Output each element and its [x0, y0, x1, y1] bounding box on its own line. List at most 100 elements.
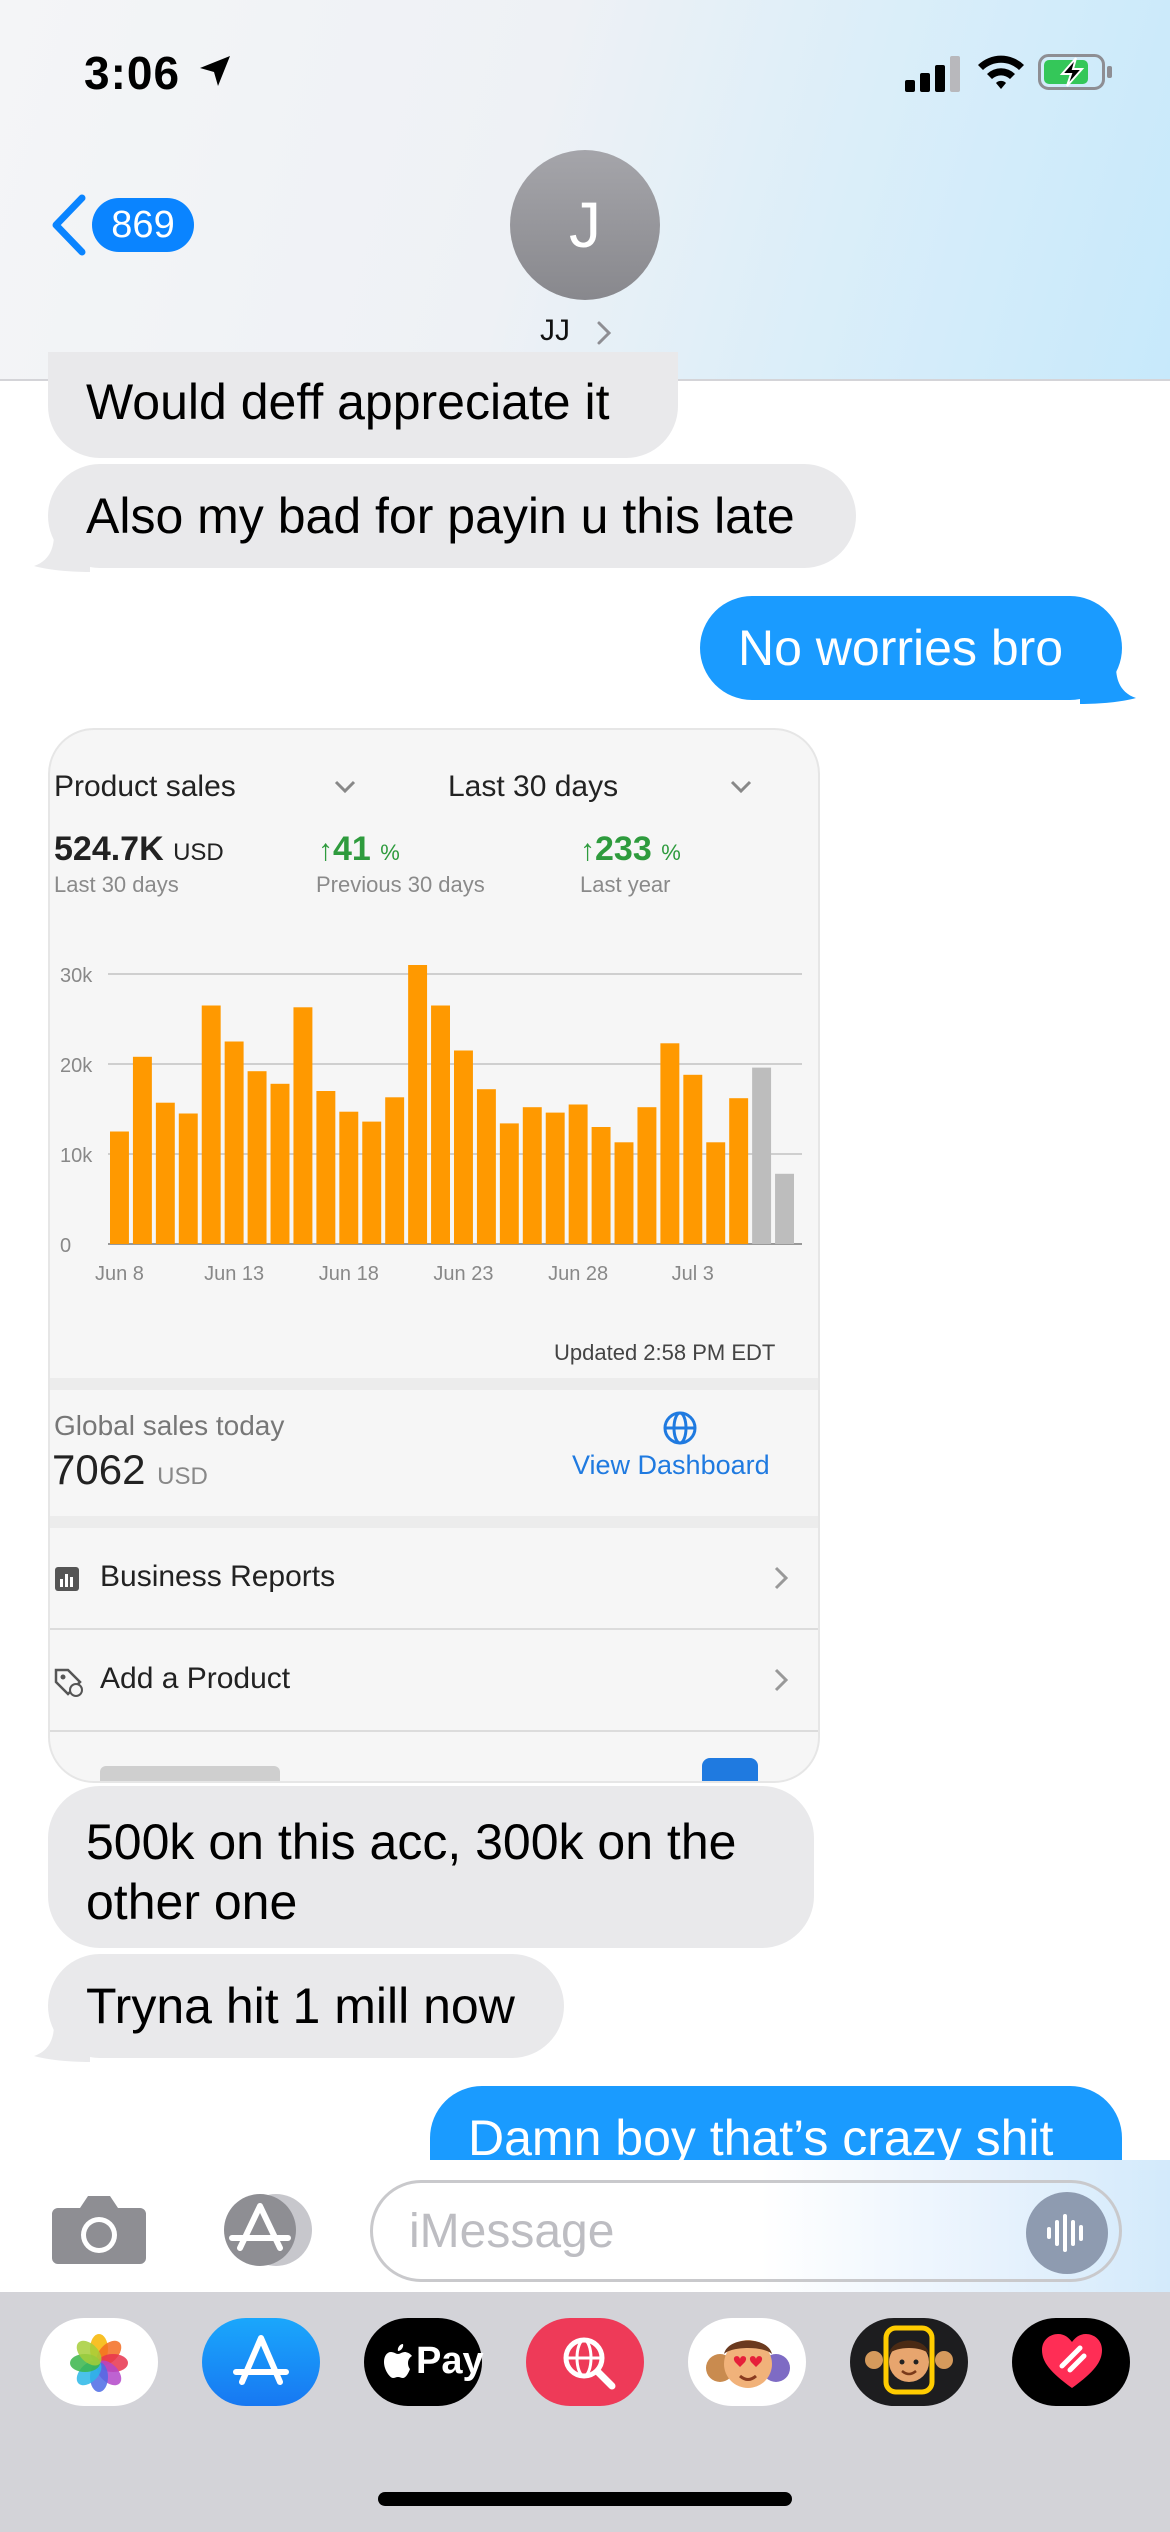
message-bubble-incoming[interactable]: Also my bad for payin u this late [48, 464, 856, 568]
chart-bar [155, 1102, 175, 1244]
chart-bar [362, 1121, 382, 1244]
arrow-up-icon: ↑ [318, 834, 333, 867]
chart-bar [706, 1142, 726, 1244]
chart-bar [729, 1098, 749, 1244]
section-divider [50, 1378, 818, 1390]
chart-bar [614, 1142, 634, 1244]
bubble-tail [34, 534, 90, 572]
chart-y-tick-label: 30k [60, 965, 93, 987]
chart-bar [683, 1074, 703, 1244]
app-store-app-icon[interactable] [202, 2318, 320, 2406]
app-store-a-icon [233, 2335, 289, 2385]
message-bubble-outgoing[interactable]: No worries bro [700, 596, 1122, 700]
message-text: Also my bad for payin u this late [86, 488, 795, 544]
photos-app-icon[interactable] [40, 2318, 158, 2406]
chart-bar [270, 1083, 290, 1244]
chevron-down-icon [334, 780, 356, 794]
chart-bar [247, 1071, 267, 1244]
chart-bar [201, 1005, 221, 1244]
memoji-app-icon[interactable] [850, 2318, 968, 2406]
year-unit: % [661, 840, 681, 865]
total-value: 524.7K [54, 830, 164, 868]
total-sales-value: 524.7K USD [54, 830, 224, 869]
chart-bar [385, 1097, 405, 1244]
sales-bar-chart: 30k 20k 10k 0 Jun 8 Jun 13 Jun 18 Jun 23 Jun 28 J… [60, 965, 802, 1285]
battery-charging-icon [1038, 54, 1112, 90]
message-text: Damn boy that’s crazy shit [468, 2110, 1054, 2166]
updated-timestamp: Updated 2:58 PM EDT [554, 1340, 776, 1365]
unread-count-badge: 869 [92, 198, 194, 252]
row-business-reports[interactable]: Business Reports [50, 1528, 818, 1628]
prev-value: 41 [333, 830, 371, 868]
arrow-up-icon: ↑ [580, 834, 595, 867]
view-dashboard-label: View Dashboard [572, 1450, 770, 1480]
global-sales-value: 7062 USD [52, 1446, 208, 1494]
memoji-stickers-app-icon[interactable] [688, 2318, 806, 2406]
chart-x-tick-label: Jun 8 [95, 1263, 144, 1285]
chart-bar [591, 1127, 611, 1244]
chart-bar [545, 1112, 565, 1244]
chart-bar [339, 1111, 359, 1244]
heart-icon [1042, 2334, 1102, 2388]
cut-off-row-label [100, 1766, 280, 1781]
image-search-app-icon[interactable] [526, 2318, 644, 2406]
cellular-signal-icon [905, 56, 960, 92]
global-value: 7062 [52, 1446, 146, 1493]
row-add-product[interactable]: Add a Product [50, 1630, 818, 1730]
chart-bar [408, 965, 428, 1244]
apple-logo-icon [384, 2344, 412, 2378]
bubble-tail [34, 2024, 90, 2062]
total-unit: USD [173, 839, 224, 866]
row-divider [50, 1730, 818, 1732]
chevron-right-icon [597, 321, 612, 345]
globe-search-icon [563, 2337, 616, 2390]
message-bubble-incoming[interactable]: Would deff appreciate it [48, 352, 678, 458]
chevron-right-icon [774, 1668, 788, 1692]
chart-bar [178, 1113, 198, 1244]
audio-message-button[interactable] [1026, 2192, 1108, 2274]
back-button[interactable]: 869 [48, 188, 208, 262]
view-dashboard-link[interactable]: View Dashboard [570, 1404, 790, 1484]
chart-y-tick-label: 20k [60, 1055, 93, 1077]
message-text: Would deff appreciate it [86, 374, 610, 430]
metric-dropdown[interactable]: Product sales [54, 770, 236, 804]
location-arrow-icon [200, 56, 230, 86]
tag-icon [54, 1668, 83, 1697]
contact-name-button[interactable]: JJ [540, 314, 630, 348]
global-unit: USD [157, 1463, 208, 1490]
section-divider [50, 1516, 818, 1528]
globe-icon [663, 1411, 697, 1445]
app-store-icon[interactable] [210, 2192, 318, 2268]
contact-avatar[interactable]: J [510, 150, 660, 300]
chart-x-tick-label: Jun 13 [204, 1263, 264, 1285]
previous-change: ↑41 % [318, 830, 400, 869]
digital-touch-app-icon[interactable] [1012, 2318, 1130, 2406]
message-input[interactable] [370, 2180, 1122, 2282]
apple-pay-app-icon[interactable]: Pay [364, 2318, 484, 2406]
year-label: Last year [580, 872, 671, 897]
year-change: ↑233 % [580, 830, 681, 869]
camera-icon[interactable] [52, 2194, 146, 2264]
row-label: Business Reports [100, 1560, 336, 1593]
chart-bar-pending [752, 1067, 772, 1244]
message-text: No worries bro [738, 620, 1064, 676]
chart-y-tick-label: 0 [60, 1235, 71, 1257]
message-bubble-incoming[interactable]: 500k on this acc, 300k on the other one [48, 1786, 814, 1948]
image-attachment[interactable]: Product sales Last 30 days 524.7K USD La… [48, 728, 820, 1783]
status-time: 3:06 [84, 47, 181, 99]
count-badge [702, 1758, 758, 1781]
memoji-face-icon [865, 2325, 953, 2395]
year-value: 233 [595, 830, 652, 868]
conversation-header: 3:06 869 J JJ [0, 0, 1170, 381]
bubble-tail [1080, 666, 1136, 704]
chevron-down-icon [730, 780, 752, 794]
prev-unit: % [380, 840, 400, 865]
range-dropdown[interactable]: Last 30 days [448, 770, 618, 804]
chart-bar [224, 1041, 244, 1244]
message-bubble-incoming[interactable]: Tryna hit 1 mill now [48, 1954, 564, 2058]
chart-bar [660, 1043, 680, 1244]
chart-bar [522, 1107, 542, 1244]
chevron-left-icon [52, 194, 86, 256]
chart-x-tick-label: Jun 23 [433, 1263, 493, 1285]
previous-label: Previous 30 days [316, 872, 485, 897]
